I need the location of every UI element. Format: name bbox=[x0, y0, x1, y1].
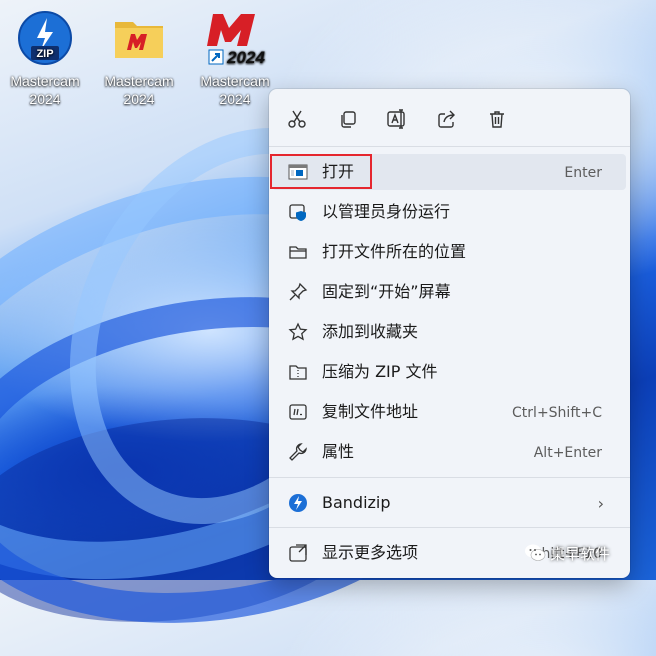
pin-icon bbox=[288, 282, 308, 302]
desktop-icon-mastercam-folder[interactable]: Mastercam 2024 bbox=[94, 10, 184, 110]
menu-item-shortcut: Alt+Enter bbox=[533, 445, 602, 461]
desktop-icon-version: 2024 bbox=[219, 91, 251, 107]
share-button[interactable] bbox=[429, 101, 465, 137]
menu-item-label: 压缩为 ZIP 文件 bbox=[322, 362, 438, 381]
menu-item-label: 属性 bbox=[322, 442, 355, 461]
desktop-icon-label: Mastercam bbox=[104, 73, 174, 89]
menu-item-label: 打开文件所在的位置 bbox=[322, 242, 467, 261]
menu-item-open-file-location[interactable]: 打开文件所在的位置 bbox=[272, 234, 626, 270]
rename-button[interactable] bbox=[379, 101, 415, 137]
copy-path-icon bbox=[288, 402, 308, 422]
svg-text:2024: 2024 bbox=[226, 48, 265, 66]
delete-button[interactable] bbox=[479, 101, 515, 137]
menu-item-copy-file-path[interactable]: 复制文件地址 Ctrl+Shift+C bbox=[272, 394, 626, 430]
zip-icon bbox=[288, 362, 308, 382]
wechat-icon bbox=[524, 542, 546, 564]
desktop-icon-label: Mastercam bbox=[200, 73, 270, 89]
cut-button[interactable] bbox=[279, 101, 315, 137]
menu-item-pin-to-start[interactable]: 固定到“开始”屏幕 bbox=[272, 274, 626, 310]
zip-app-icon: ZIP bbox=[17, 10, 73, 66]
svg-text:ZIP: ZIP bbox=[36, 48, 53, 60]
menu-item-shortcut: Enter bbox=[564, 165, 602, 181]
menu-item-label: 以管理员身份运行 bbox=[322, 202, 451, 221]
desktop-icon-version: 2024 bbox=[29, 91, 61, 107]
shield-icon bbox=[288, 202, 308, 222]
delete-icon bbox=[490, 111, 504, 128]
menu-item-label: 添加到收藏夹 bbox=[322, 322, 419, 341]
menu-item-add-to-favorites[interactable]: 添加到收藏夹 bbox=[272, 314, 626, 350]
menu-item-shortcut: Ctrl+Shift+C bbox=[512, 405, 602, 421]
menu-item-label: 显示更多选项 bbox=[322, 543, 419, 562]
menu-item-label: 固定到“开始”屏幕 bbox=[322, 282, 451, 301]
bandizip-icon bbox=[288, 493, 308, 513]
share-icon bbox=[438, 110, 455, 128]
context-menu-toolbar bbox=[269, 101, 630, 137]
desktop-icon-mastercam-zip[interactable]: ZIP Mastercam 2024 bbox=[0, 10, 90, 110]
star-icon bbox=[288, 322, 308, 342]
watermark: 桌早软件 bbox=[524, 540, 610, 566]
more-options-icon bbox=[288, 543, 308, 563]
copy-button[interactable] bbox=[330, 101, 366, 137]
cut-icon bbox=[288, 110, 306, 128]
menu-item-bandizip[interactable]: Bandizip › bbox=[272, 485, 626, 521]
menu-item-compress-zip[interactable]: 压缩为 ZIP 文件 bbox=[272, 354, 626, 390]
highlight-annotation-box bbox=[270, 154, 372, 189]
chevron-right-icon: › bbox=[597, 494, 604, 513]
menu-item-label: 复制文件地址 bbox=[322, 402, 419, 421]
mastercam-app-icon: 2024 bbox=[207, 10, 265, 67]
folder-icon bbox=[288, 242, 308, 262]
menu-item-label: Bandizip bbox=[322, 493, 391, 512]
folder-app-icon bbox=[111, 10, 167, 66]
desktop-icon-mastercam-shortcut[interactable]: 2024 Mastercam 2024 bbox=[190, 10, 280, 110]
watermark-text: 桌早软件 bbox=[550, 544, 611, 563]
rename-icon bbox=[387, 109, 405, 129]
wrench-icon bbox=[288, 442, 308, 462]
desktop-icon-label: Mastercam bbox=[10, 73, 80, 89]
menu-separator bbox=[269, 527, 630, 528]
menu-item-properties[interactable]: 属性 Alt+Enter bbox=[272, 434, 626, 470]
menu-separator bbox=[269, 146, 630, 147]
copy-icon bbox=[341, 111, 356, 128]
menu-separator bbox=[269, 477, 630, 478]
menu-item-run-as-admin[interactable]: 以管理员身份运行 bbox=[272, 194, 626, 230]
desktop-icon-version: 2024 bbox=[123, 91, 155, 107]
